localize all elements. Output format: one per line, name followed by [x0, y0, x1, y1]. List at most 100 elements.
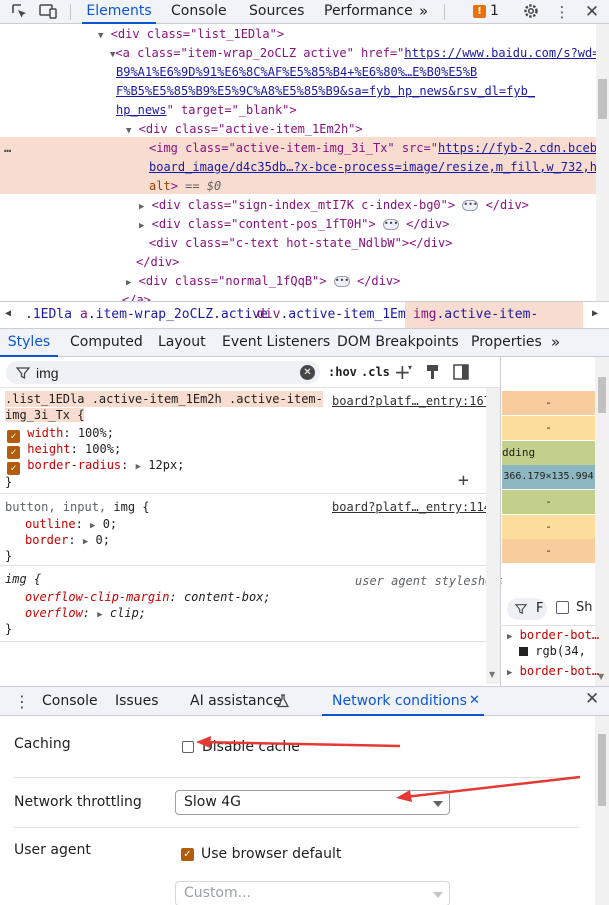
href-link-continued[interactable]: hp_news" target="_blank">	[116, 101, 297, 120]
box-model-border-bottom[interactable]: -	[502, 515, 595, 539]
breadcrumb-item[interactable]: a.item-wrap_2oCLZ.active	[80, 302, 268, 328]
tab-performance[interactable]: Performance	[324, 0, 413, 24]
breadcrumb-item[interactable]: .1EDla	[25, 302, 72, 328]
tab-computed[interactable]: Computed	[70, 329, 143, 357]
box-model-border[interactable]: -	[502, 416, 595, 440]
drawer-tab-issues[interactable]: Issues	[115, 687, 159, 716]
box-model-margin[interactable]: -	[502, 391, 595, 415]
close-icon[interactable]: ✕	[582, 2, 602, 22]
expand-triangle-icon[interactable]: ▶	[139, 202, 144, 212]
breadcrumb-item-selected[interactable]: img.active-item-img_3i_Tx	[405, 302, 583, 328]
dom-node-c-text[interactable]: <div class="c-text hot-state_NdlbW"></di…	[149, 234, 452, 253]
style-property[interactable]: outline: ▶ 0;	[25, 516, 117, 532]
scroll-right-icon[interactable]: ▶	[592, 308, 598, 319]
cls-toggle[interactable]: .cls	[361, 365, 390, 379]
rule-source-link[interactable]: board?platf…_entry:1674	[332, 393, 498, 409]
box-model-padding[interactable]: dding	[502, 441, 595, 465]
tab-sources[interactable]: Sources	[249, 0, 304, 24]
rule-selector[interactable]: .list_1EDla .active-item_1Em2h .active-i…	[5, 391, 323, 407]
box-model-margin-bottom[interactable]: -	[502, 539, 595, 563]
img-src-link-continued[interactable]: board_image/d4c35db…?x-bce-process=image…	[149, 158, 609, 177]
dom-node-close-a[interactable]: </a>	[122, 291, 151, 301]
toggle-sidebar-icon[interactable]	[453, 364, 469, 380]
expand-triangle-icon[interactable]: ▼	[98, 31, 103, 41]
device-toggle-icon[interactable]	[38, 2, 58, 22]
gear-icon[interactable]	[521, 2, 541, 22]
new-rule-dropdown-icon[interactable]: ▾	[408, 363, 412, 372]
tab-styles[interactable]: Styles	[0, 329, 58, 357]
dom-node-list[interactable]: ▼ <div class="list_1EDla">	[98, 25, 284, 44]
dom-node-content-pos[interactable]: ▶ <div class="content-pos_1fT0H"> ••• </…	[139, 215, 449, 234]
collapsed-content-icon[interactable]: •••	[333, 276, 350, 287]
expand-triangle-icon[interactable]: ▼	[126, 126, 131, 136]
style-property[interactable]: overflow-clip-margin: content-box;	[25, 589, 271, 605]
expand-triangle-icon[interactable]: ▶	[139, 221, 144, 231]
dom-node-normal[interactable]: ▶ <div class="normal_1fQqB"> ••• </div>	[126, 272, 400, 291]
node-actions-ellipsis-icon[interactable]: …	[4, 139, 11, 158]
expand-triangle-icon[interactable]: ▶	[126, 278, 131, 288]
collapsed-content-icon[interactable]: •••	[462, 200, 479, 211]
issues-warning-icon[interactable]: !	[473, 5, 486, 18]
drawer-tab-ai-assistance[interactable]: AI assistance	[190, 687, 282, 716]
add-property-icon[interactable]: +	[458, 470, 469, 491]
show-all-checkbox[interactable]	[556, 601, 569, 614]
dom-node-active-item[interactable]: ▼ <div class="active-item_1Em2h">	[126, 120, 363, 139]
tab-console[interactable]: Console	[171, 0, 227, 24]
network-conditions-panel: Caching Disable cache Network throttling…	[0, 716, 609, 905]
styles-filter-input[interactable]	[36, 363, 296, 382]
rule-source-link[interactable]: board?platf…_entry:1149	[332, 499, 498, 515]
dom-node-close-div[interactable]: </div>	[136, 253, 179, 272]
rule-selector[interactable]: button, input, img {	[5, 499, 150, 515]
href-link-continued[interactable]: F%B5%E5%85%B9%E5%9C%A8%E5%85%B9&sa=fyb_h…	[116, 82, 535, 101]
scroll-left-icon[interactable]: ◀	[5, 308, 11, 319]
tab-event-listeners[interactable]: Event Listeners	[222, 329, 330, 357]
kebab-menu-icon[interactable]: ⋮	[552, 2, 572, 22]
computed-filter[interactable]: F	[507, 598, 547, 620]
scroll-thumb[interactable]	[598, 377, 606, 413]
rule-close-brace: }	[5, 475, 13, 489]
tab-elements[interactable]: Elements	[82, 0, 156, 24]
inspect-icon[interactable]	[9, 2, 29, 22]
more-tabs-icon[interactable]: »	[419, 0, 428, 24]
scroll-down-icon[interactable]: ▼	[489, 670, 495, 679]
dom-tree-scrollbar[interactable]	[596, 24, 609, 301]
drawer-menu-icon[interactable]: ⋮	[14, 692, 30, 711]
dom-node-img-selected[interactable]: <img class="active-item-img_3i_Tx" src="…	[149, 139, 609, 158]
more-tabs-icon[interactable]: »	[551, 329, 560, 357]
computed-property[interactable]: ▶ border-bot…	[507, 664, 599, 678]
href-link-continued[interactable]: B9%A1%E6%9D%91%E6%8C%AF%E5%85%B4+%E6%80%…	[116, 63, 477, 82]
hov-toggle[interactable]: :hov	[328, 365, 357, 379]
close-tab-icon[interactable]: ✕	[469, 687, 480, 715]
href-link[interactable]: https://www.baidu.com/s?wd=%E4%	[404, 46, 609, 60]
scroll-thumb[interactable]	[598, 79, 607, 119]
breadcrumb-item[interactable]: div.active-item_1Em2h	[257, 302, 421, 328]
drawer-tab-console[interactable]: Console	[42, 687, 98, 716]
close-drawer-icon[interactable]: ✕	[585, 689, 599, 709]
styles-scrollbar[interactable]: ▼	[486, 388, 500, 684]
clear-filter-icon[interactable]: ✕	[300, 365, 315, 380]
issues-count[interactable]: 1	[490, 3, 499, 19]
color-swatch[interactable]	[519, 647, 528, 656]
style-property[interactable]: border: ▶ 0;	[25, 532, 110, 548]
rule-selector[interactable]: img {	[5, 571, 41, 587]
show-all-label: Sh	[576, 600, 593, 615]
paint-brush-icon[interactable]	[425, 364, 440, 380]
dom-node-anchor[interactable]: ▼<a class="item-wrap_2oCLZ active" href=…	[110, 44, 609, 63]
style-property[interactable]: ✓ width: 100%;	[7, 425, 114, 443]
current-node-marker: == $0	[185, 179, 222, 193]
drawer-tab-network-conditions[interactable]: Network conditions ✕	[322, 687, 484, 716]
style-property[interactable]: ✓ border-radius: ▶ 12px;	[7, 457, 184, 475]
style-property[interactable]: overflow: ▶ clip;	[25, 605, 146, 621]
tab-layout[interactable]: Layout	[158, 329, 206, 357]
collapsed-content-icon[interactable]: •••	[382, 219, 399, 230]
filter-icon	[16, 367, 30, 380]
tab-dom-breakpoints[interactable]: DOM Breakpoints	[337, 329, 459, 357]
style-property[interactable]: ✓ height: 100%;	[7, 441, 121, 459]
dom-node-sign-index[interactable]: ▶ <div class="sign-index_mtI7K c-index-b…	[139, 196, 529, 215]
box-model-padding-bottom[interactable]: -	[502, 490, 595, 514]
box-model-content[interactable]: 366.179×135.994	[502, 465, 595, 489]
img-src-link[interactable]: https://fyb-2.cdn.bcebos.com/hot	[438, 141, 609, 155]
tab-properties[interactable]: Properties	[471, 329, 542, 357]
computed-property[interactable]: ▶ border-bot…	[507, 628, 599, 642]
rule-selector-continued[interactable]: img_3i_Tx {	[5, 407, 85, 423]
